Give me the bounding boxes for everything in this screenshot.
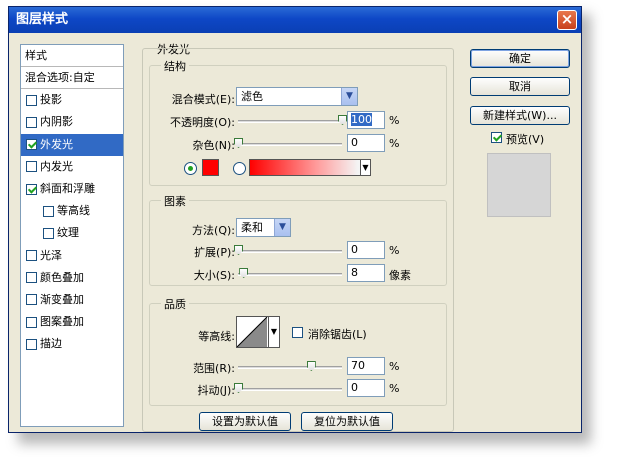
style-item-label: 颜色叠加 <box>40 270 84 284</box>
spread-label: 扩展(P): <box>194 246 235 259</box>
style-item-label: 光泽 <box>40 248 62 262</box>
noise-unit: % <box>389 137 400 150</box>
structure-title: 结构 <box>161 58 189 74</box>
glow-color-swatch[interactable] <box>202 159 219 176</box>
dialog-title: 图层样式 <box>16 12 69 27</box>
new-style-button[interactable]: 新建样式(W)... <box>470 106 570 125</box>
styles-list: 样式 混合选项:自定 投影内阴影外发光内发光斜面和浮雕等高线纹理光泽颜色叠加渐变… <box>20 44 124 427</box>
size-label: 大小(S): <box>193 269 235 282</box>
blend-mode-label: 混合模式(E): <box>171 93 235 106</box>
ok-button[interactable]: 确定 <box>470 49 570 68</box>
style-item-label: 纹理 <box>57 226 79 240</box>
title-bar: 图层样式 × <box>9 7 581 33</box>
contour-picker[interactable]: ▼ <box>236 316 280 348</box>
opacity-label: 不透明度(O): <box>170 116 235 129</box>
technique-select[interactable]: 柔和 ▼ <box>236 218 291 237</box>
opacity-input[interactable]: 100 <box>347 111 385 129</box>
style-item[interactable]: 内发光 <box>21 156 123 178</box>
style-checkbox[interactable] <box>26 161 37 173</box>
spread-unit: % <box>389 244 400 257</box>
style-item[interactable]: 颜色叠加 <box>21 267 123 289</box>
spread-input[interactable]: 0 <box>347 241 385 259</box>
style-item-label: 外发光 <box>40 137 73 151</box>
quality-title: 品质 <box>161 296 189 312</box>
elements-title: 图素 <box>161 193 189 209</box>
style-item-label: 内发光 <box>40 159 73 173</box>
chevron-down-icon: ▼ <box>274 219 290 236</box>
cancel-button[interactable]: 取消 <box>470 77 570 96</box>
style-checkbox[interactable] <box>26 94 37 106</box>
reset-default-button[interactable]: 复位为默认值 <box>301 412 393 431</box>
style-checkbox[interactable] <box>43 205 54 217</box>
style-item-label: 内阴影 <box>40 115 73 129</box>
style-item-label: 投影 <box>40 93 62 107</box>
noise-label: 杂色(N): <box>192 139 235 152</box>
style-checkbox[interactable] <box>26 139 37 151</box>
preview-thumbnail <box>487 153 551 217</box>
style-item-label: 斜面和浮雕 <box>40 182 95 196</box>
noise-input[interactable]: 0 <box>347 134 385 152</box>
style-item[interactable]: 内阴影 <box>21 111 123 133</box>
contour-curve-icon <box>237 317 268 347</box>
style-checkbox[interactable] <box>26 294 37 306</box>
range-unit: % <box>389 360 400 373</box>
layer-style-dialog: 图层样式 × 样式 混合选项:自定 投影内阴影外发光内发光斜面和浮雕等高线纹理光… <box>8 6 582 433</box>
size-slider-track[interactable] <box>238 273 342 276</box>
antialias-label: 消除锯齿(L) <box>308 328 367 341</box>
preview-label: 预览(V) <box>506 133 545 146</box>
close-icon[interactable]: × <box>557 10 577 30</box>
jitter-unit: % <box>389 382 400 395</box>
jitter-slider-track[interactable] <box>238 388 342 391</box>
gradient-dropdown-icon[interactable]: ▼ <box>360 160 370 175</box>
jitter-input[interactable]: 0 <box>347 379 385 397</box>
solid-color-radio[interactable] <box>184 162 197 175</box>
style-checkbox[interactable] <box>43 227 54 239</box>
style-item[interactable]: 纹理 <box>21 222 123 244</box>
blend-mode-value: 滤色 <box>241 90 263 103</box>
blending-options-item[interactable]: 混合选项:自定 <box>21 67 123 90</box>
make-default-button[interactable]: 设置为默认值 <box>199 412 291 431</box>
contour-dropdown-icon[interactable]: ▼ <box>268 317 279 347</box>
style-item-label: 描边 <box>40 337 62 351</box>
style-checkbox[interactable] <box>26 116 37 128</box>
style-checkbox[interactable] <box>26 183 37 195</box>
range-label: 范围(R): <box>193 362 235 375</box>
gradient-radio[interactable] <box>233 162 246 175</box>
style-item-label: 渐变叠加 <box>40 292 84 306</box>
opacity-slider-track[interactable] <box>238 120 342 123</box>
blend-mode-select[interactable]: 滤色 ▼ <box>236 87 358 106</box>
gradient-preview[interactable]: ▼ <box>249 159 371 176</box>
technique-value: 柔和 <box>241 221 263 234</box>
style-item[interactable]: 图案叠加 <box>21 311 123 333</box>
style-checkbox[interactable] <box>26 316 37 328</box>
spread-slider-track[interactable] <box>238 250 342 253</box>
style-item[interactable]: 描边 <box>21 333 123 355</box>
style-item[interactable]: 渐变叠加 <box>21 289 123 311</box>
technique-label: 方法(Q): <box>192 224 235 237</box>
size-unit: 像素 <box>389 269 411 282</box>
style-item-label: 图案叠加 <box>40 315 84 329</box>
style-item[interactable]: 投影 <box>21 89 123 111</box>
style-item[interactable]: 光泽 <box>21 245 123 267</box>
noise-slider-track[interactable] <box>238 143 342 146</box>
size-input[interactable]: 8 <box>347 264 385 282</box>
style-item-label: 等高线 <box>57 204 90 218</box>
styles-header[interactable]: 样式 <box>21 45 123 67</box>
style-checkbox[interactable] <box>26 250 37 262</box>
antialias-checkbox[interactable] <box>292 327 303 338</box>
chevron-down-icon: ▼ <box>341 88 357 105</box>
style-item[interactable]: 外发光 <box>21 133 123 156</box>
style-item[interactable]: 等高线 <box>21 200 123 222</box>
style-checkbox[interactable] <box>26 272 37 284</box>
style-checkbox[interactable] <box>26 338 37 350</box>
range-slider-track[interactable] <box>238 366 342 369</box>
contour-label: 等高线: <box>198 330 235 343</box>
jitter-label: 抖动(J): <box>197 384 235 397</box>
opacity-unit: % <box>389 114 400 127</box>
range-input[interactable]: 70 <box>347 357 385 375</box>
style-item[interactable]: 斜面和浮雕 <box>21 178 123 200</box>
preview-checkbox[interactable] <box>491 132 502 143</box>
